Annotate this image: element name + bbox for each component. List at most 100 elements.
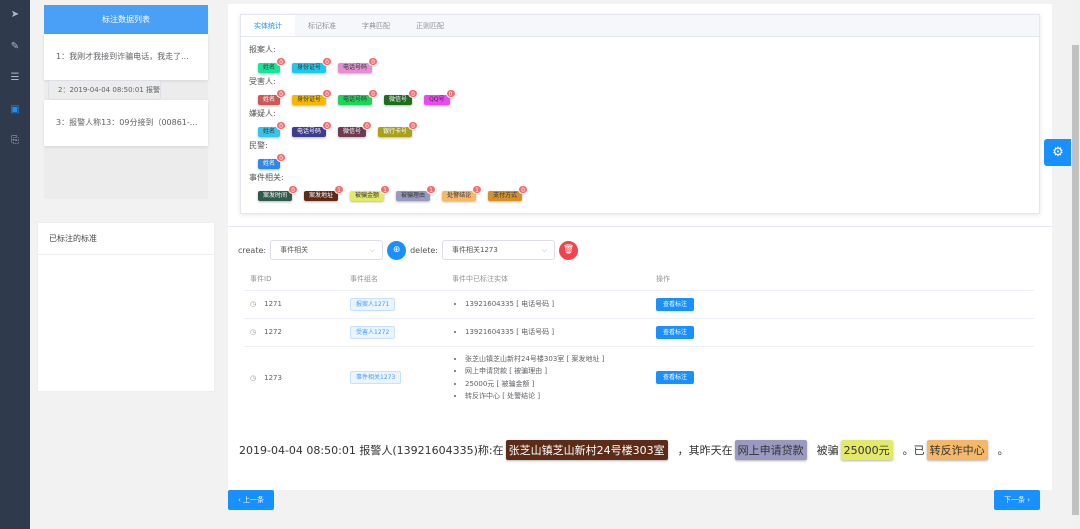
tab-dict-match[interactable]: 字典匹配 — [349, 15, 403, 36]
close-icon[interactable]: x — [897, 437, 902, 446]
scrollbar-thumb[interactable] — [1072, 45, 1079, 515]
trash-icon: 🗑 — [562, 244, 575, 255]
delete-select[interactable]: 事件相关1273 ⌵ — [442, 240, 555, 260]
highlight-text: 张芝山镇芝山新村24号楼303室 — [508, 444, 665, 457]
create-select[interactable]: 事件相关 ⌵ — [270, 240, 384, 260]
clock-icon: ◷ — [250, 373, 257, 382]
prev-button[interactable]: ‹ 上一条 — [228, 490, 275, 510]
chevron-down-icon: ⌵ — [369, 246, 376, 254]
entity-tag[interactable]: 身份证号 0 — [292, 89, 333, 105]
document-icon[interactable]: ▣ — [9, 104, 21, 116]
count-badge: 1 — [380, 185, 391, 194]
count-badge: 0 — [276, 121, 287, 130]
entity-tag[interactable]: 电话号码 0 — [338, 89, 379, 105]
list-icon[interactable]: ☰ — [9, 72, 21, 84]
send-icon[interactable]: ➤ — [9, 9, 21, 21]
clock-icon: ◷ — [250, 300, 257, 308]
sentence-text: 2019-04-04 08:50:01 报警人(13921604335)称:在 — [239, 444, 504, 457]
count-badge: 0 — [518, 185, 529, 194]
tab-entity-stats[interactable]: 实体统计 — [241, 15, 295, 36]
highlight-address[interactable]: 张芝山镇芝山新村24号楼303室 x — [505, 437, 677, 460]
close-icon[interactable]: x — [811, 437, 816, 446]
entity-tag[interactable]: 身份证号 0 — [292, 57, 333, 73]
count-badge: 1 — [472, 185, 483, 194]
standards-title: 已标注的标准 — [38, 223, 214, 255]
tag-row: 姓名 0 电话号码 0 微信号 0 银行卡号 0 — [258, 120, 1039, 139]
entity-tag[interactable]: 姓名 0 — [258, 57, 287, 73]
highlight-text: 转反诈中心 — [929, 444, 985, 457]
count-badge: 0 — [362, 121, 373, 130]
tag-label: 身份证号 — [297, 64, 322, 71]
entity-tag[interactable]: 银行卡号 0 — [378, 121, 419, 137]
next-button[interactable]: 下一条 › — [994, 490, 1041, 510]
entity-tag[interactable]: 姓名 0 — [258, 89, 287, 105]
event-id: 1271 — [264, 300, 282, 308]
highlight-text: 25000元 — [843, 444, 890, 457]
tag-label: 电话号码 — [343, 96, 368, 103]
add-button[interactable]: ⊕ — [387, 240, 407, 260]
event-group-tag: 报案人1271 — [350, 297, 396, 311]
count-badge: 0 — [322, 121, 333, 130]
count-badge: 1 — [426, 185, 437, 194]
event-group-tag: 受害人1272 — [350, 325, 396, 339]
entity-tag[interactable]: 微信号 0 — [338, 121, 373, 137]
tag-label: 姓名 — [263, 160, 276, 167]
delete-select-value: 事件相关1273 — [452, 246, 498, 254]
delete-button[interactable]: 🗑 — [559, 240, 578, 260]
highlight-conclusion[interactable]: 转反诈中心 x — [926, 437, 997, 460]
col-header: 事件组名 — [350, 274, 378, 283]
list-item[interactable]: 1：我刚才我接到诈骗电话，我走了... — [44, 34, 208, 80]
count-badge: 0 — [276, 57, 287, 66]
sentence-text: ，其昨天在 — [677, 444, 733, 457]
tag-label: 电话号码 — [297, 128, 322, 135]
entity-tag[interactable]: 姓名 0 — [258, 153, 287, 169]
export-icon[interactable]: ⎘ — [9, 135, 21, 147]
tag-row: 案发时间 0 案发地址 1 被骗金额 1 被骗理由 1 处警结论 1 支付方式 0 — [258, 184, 1039, 203]
entity-tag[interactable]: 案发地址 1 — [304, 185, 345, 201]
col-header: 事件ID — [250, 274, 272, 283]
tab-regex-match[interactable]: 正则匹配 — [403, 15, 457, 36]
delete-label: delete: — [410, 245, 438, 255]
highlight-amount[interactable]: 25000元 x — [840, 437, 902, 460]
entity-tag[interactable]: 处警结论 1 — [442, 185, 483, 201]
entity-tag[interactable]: 姓名 0 — [258, 121, 287, 137]
view-annotation-button[interactable]: 查看标注 — [656, 371, 695, 385]
tag-row: 姓名 0 身份证号 0 电话号码 0 — [258, 56, 1039, 75]
entity-tag[interactable]: 案发时间 0 — [258, 185, 299, 201]
view-annotation-button[interactable]: 查看标注 — [656, 325, 695, 339]
entity-tag[interactable]: 电话号码 0 — [292, 121, 333, 137]
close-icon[interactable]: x — [672, 437, 677, 446]
tag-label: 被骗金额 — [355, 192, 380, 199]
count-badge: 0 — [276, 89, 287, 98]
entity-item: 13921604335 [ 电话号码 ] — [465, 298, 650, 311]
group-label: 报案人: — [249, 45, 276, 54]
event-group-tag: 事件相关1273 — [350, 371, 402, 385]
entity-tag[interactable]: 被骗金额 1 — [350, 185, 391, 201]
gear-icon: ⚙ — [1052, 145, 1064, 160]
tag-label: 微信号 — [343, 128, 362, 135]
tag-label: 支付方式 — [493, 192, 518, 199]
entity-item: 25000元 [ 被骗金额 ] — [465, 378, 650, 391]
count-badge: 0 — [408, 89, 419, 98]
tag-label: 微信号 — [389, 96, 408, 103]
table-row: ◷ 1273 事件相关1273 张芝山镇芝山新村24号楼303室 [ 案发地址 ]… — [244, 345, 1034, 409]
divider — [228, 226, 1052, 227]
highlight-reason[interactable]: 网上申请贷款 x — [734, 437, 816, 460]
entity-tag[interactable]: 被骗理由 1 — [396, 185, 437, 201]
list-item[interactable]: 3：报警人称13：09分接到（00861-... — [44, 100, 208, 146]
count-badge: 0 — [368, 57, 379, 66]
settings-float-button[interactable]: ⚙ — [1044, 139, 1072, 166]
list-item-selected[interactable]: 2：2019-04-04 08:50:01 报警人(139... — [48, 80, 161, 100]
entity-tag[interactable]: 支付方式 0 — [488, 185, 529, 201]
scrollbar[interactable] — [1071, 0, 1080, 529]
tab-mark-standard[interactable]: 标记标准 — [295, 15, 349, 36]
count-badge: 1 — [334, 185, 345, 194]
entity-tag[interactable]: 电话号码 0 — [338, 57, 379, 73]
chevron-down-icon: ⌵ — [541, 246, 547, 254]
entity-tag[interactable]: QQ号 0 — [424, 89, 456, 105]
edit-icon[interactable]: ✎ — [9, 41, 21, 53]
close-icon[interactable]: x — [992, 437, 997, 446]
entity-tag[interactable]: 微信号 0 — [384, 89, 419, 105]
table-row: ◷ 1272 受害人1272 13921604335 [ 电话号码 ] 查看标注 — [244, 317, 1034, 346]
view-annotation-button[interactable]: 查看标注 — [656, 297, 695, 311]
